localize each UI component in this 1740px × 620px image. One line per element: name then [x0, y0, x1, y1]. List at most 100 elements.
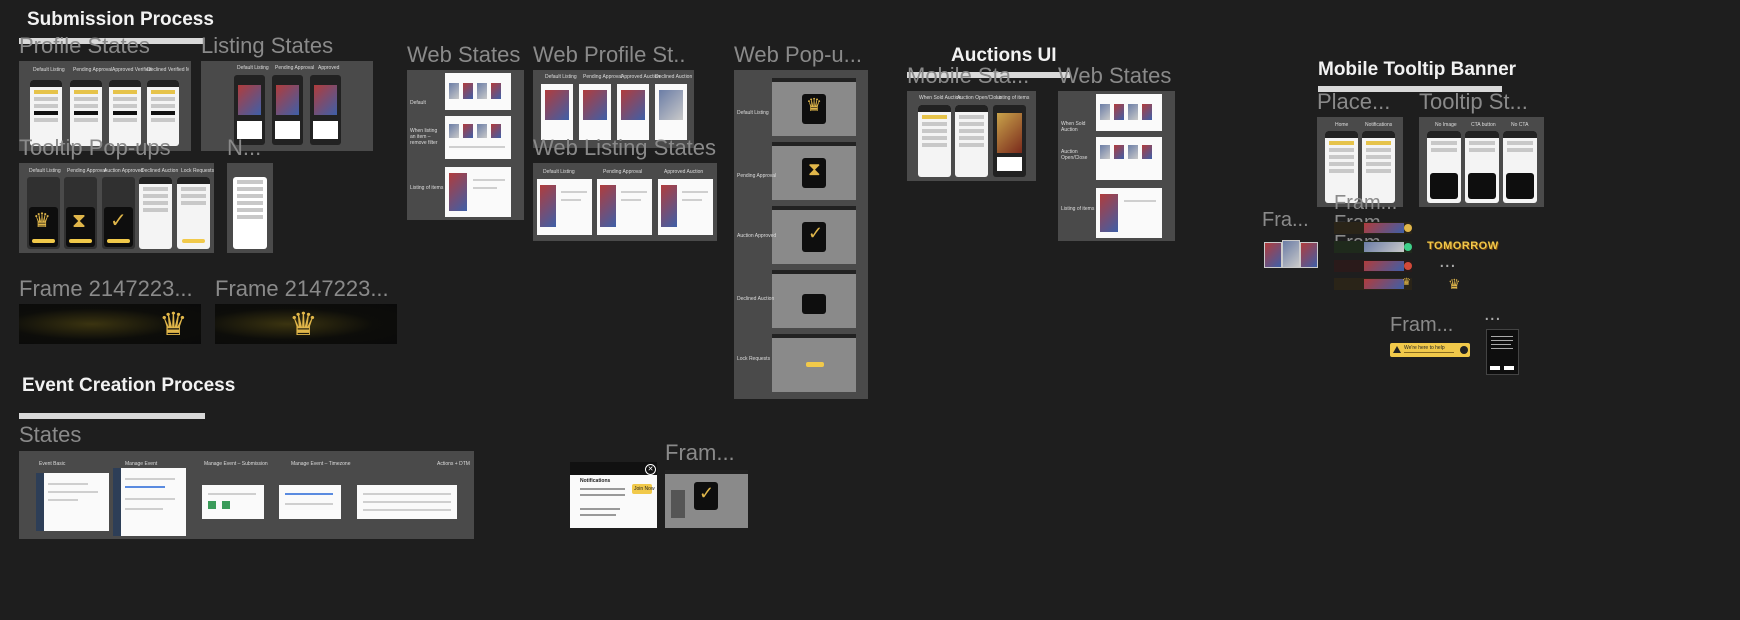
popup-thumb: ♛ [772, 78, 856, 136]
row-label: When listing an item – remove filter [410, 128, 438, 146]
frame-label-mobile-states[interactable]: Mobile Sta... [907, 63, 1029, 89]
column-label: Actions + DTM [437, 461, 470, 467]
row-label: Auction Approved [737, 233, 777, 239]
frame-label-auction-web-states[interactable]: Web States [1058, 63, 1171, 89]
column-label: Listing of items [996, 95, 1030, 101]
mini-banner[interactable] [1334, 260, 1412, 272]
close-icon[interactable]: ✕ [645, 464, 656, 475]
notifications-thumb[interactable]: ✕ Notifications Join Now [570, 462, 657, 528]
frame-label-frame-b[interactable]: Frame 2147223... [215, 276, 401, 302]
column-label: Home [1335, 122, 1349, 128]
frame-label-dots2[interactable]: ... [1484, 303, 1501, 326]
column-label: No CTA [1511, 122, 1529, 128]
frame-label-listing-states[interactable]: Listing States [201, 33, 333, 59]
section-title-submission: Submission Process [27, 9, 214, 30]
popup-thumb [772, 270, 856, 328]
web-page-thumb [445, 116, 511, 159]
crown-icon: ♛ [289, 306, 318, 342]
check-icon: ✓ [699, 483, 715, 503]
phone-mockup [1465, 131, 1499, 203]
notifications-title: Notifications [580, 478, 611, 484]
crown-banner[interactable]: ♛ [19, 304, 201, 344]
frame-tooltip-states[interactable]: No Image CTA button No CTA [1419, 117, 1544, 207]
column-label: Pending Approval [73, 67, 113, 73]
frame-web-popups[interactable]: ♛ ⧗ ✓ Default Listing Pending Approval A… [734, 70, 868, 399]
web-page-thumb [537, 179, 592, 235]
tomorrow-badge[interactable]: TOMORROW [1427, 240, 1499, 252]
phone-mockup [955, 105, 988, 177]
mini-banner[interactable]: ♛ [1334, 278, 1412, 290]
tooltip-popup-thumb[interactable] [1486, 329, 1519, 375]
column-label: Manage Event – Submission [204, 461, 268, 467]
join-button[interactable]: Join Now [634, 486, 655, 492]
column-label: Pending Approval [603, 169, 643, 175]
card-stack-image[interactable] [1262, 238, 1320, 270]
frame-label-fram-bottom[interactable]: Fram... [665, 440, 735, 466]
popup-thumb: ✓ [772, 206, 856, 264]
frame-label-web-popups[interactable]: Web Pop-u... [734, 42, 866, 68]
crown-banner[interactable]: ♛ [215, 304, 397, 344]
frame-auction-web-states[interactable]: When Sold Auction Auction Open/Close Lis… [1058, 91, 1175, 241]
column-label: Approved Auction [664, 169, 704, 175]
frame-label-profile-states[interactable]: Profile States [19, 33, 150, 59]
frame-label-tooltip-states[interactable]: Tooltip St... [1419, 89, 1539, 115]
frame-tooltip-popups[interactable]: ♛ ⧗ ✓ Default Listing Pending Approval A… [19, 163, 214, 253]
frame-label-web-profile-states[interactable]: Web Profile St... [533, 42, 685, 68]
frame-label-web-states[interactable]: Web States [407, 42, 520, 68]
column-label: Approved Verified [112, 67, 152, 73]
row-label: Pending Approval [737, 173, 777, 179]
web-page-thumb [113, 468, 186, 536]
frame-web-listing-states[interactable]: Default Listing Pending Approval Approve… [533, 163, 717, 241]
column-label: Pending Approval [67, 168, 107, 174]
frame-states[interactable]: Event Basic Manage Event Manage Event – … [19, 451, 474, 539]
frame-label-fra[interactable]: Fra... [1262, 209, 1324, 232]
phone-mockup: ♛ [27, 177, 60, 249]
column-label: Default Listing [543, 169, 575, 175]
mini-banner[interactable] [1334, 241, 1412, 253]
column-label: Event Basic [39, 461, 66, 467]
row-label: Default [410, 100, 426, 106]
frame-label-tooltip-popups[interactable]: Tooltip Pop-ups [19, 135, 171, 161]
frame-label-n[interactable]: N... [227, 135, 263, 161]
frame-label-fram-right[interactable]: Fram... [1390, 314, 1482, 337]
frame-label-placement[interactable]: Place... [1317, 89, 1403, 115]
frame-auction-mobile-states[interactable]: When Sold Auction Auction Open/Close Lis… [907, 91, 1036, 181]
column-label: Declined Verified Market Listing [147, 67, 189, 73]
column-label: Default Listing [237, 65, 269, 71]
phone-mockup [177, 177, 210, 249]
phone-mockup [1427, 131, 1461, 203]
help-tooltip-banner[interactable]: We're here to help [1390, 343, 1470, 357]
frame-label-web-listing-states[interactable]: Web Listing States [533, 135, 716, 161]
frame-n[interactable] [227, 163, 273, 253]
frame-label-dots1[interactable]: ... [1439, 250, 1456, 273]
row-label: Declined Auction [737, 296, 775, 302]
column-label: Default Listing [29, 168, 61, 174]
web-page-thumb [445, 167, 511, 217]
frame-web-states[interactable]: Default When listing an item – remove fi… [407, 70, 524, 220]
phone-mockup: ✓ [102, 177, 135, 249]
popup-thumb [772, 334, 856, 392]
frame-popup-bottom[interactable]: ✓ [665, 470, 748, 528]
column-label: Auction Approved [104, 168, 144, 174]
crown-icon: ♛ [159, 306, 188, 342]
column-label: Auction Open/Close [957, 95, 1002, 101]
column-label: When Sold Auction [919, 95, 962, 101]
web-page-thumb [1096, 94, 1162, 131]
frame-label-states[interactable]: States [19, 422, 81, 448]
column-label: CTA button [1471, 122, 1496, 128]
chevron-right-icon[interactable] [1460, 346, 1468, 354]
row-label: When Sold Auction [1061, 121, 1086, 133]
row-label: Listing of items [1061, 206, 1095, 212]
column-label: Declined Auction [141, 168, 179, 174]
row-label: Listing of items [410, 185, 444, 191]
phone-mockup [139, 177, 172, 249]
column-label: Manage Event [125, 461, 158, 467]
frame-label-frame-a[interactable]: Frame 2147223... [19, 276, 205, 302]
row-label: Auction Open/Close [1061, 149, 1088, 161]
web-page-thumb [202, 485, 264, 519]
web-page-thumb [579, 84, 611, 140]
crown-icon[interactable]: ♛ [1448, 277, 1461, 291]
web-page-thumb [279, 485, 341, 519]
column-label: Pending Approval [583, 74, 623, 80]
mini-banner[interactable] [1334, 222, 1412, 234]
